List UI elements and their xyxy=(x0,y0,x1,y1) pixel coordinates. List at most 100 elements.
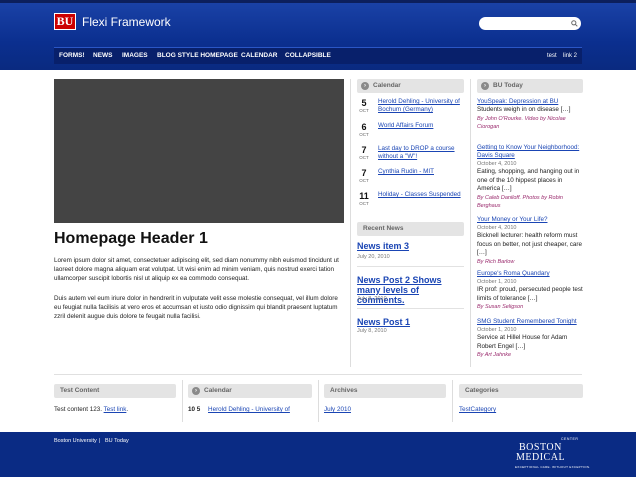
event-link[interactable]: Holiday - Classes Suspended xyxy=(378,191,464,199)
bu-today-author: By Art Jahnke xyxy=(477,352,512,358)
bu-today-author: By Caleb Daniloff. Photos by Robin Bergh… xyxy=(477,194,563,209)
news-item-date: July 8, 2010 xyxy=(357,296,387,302)
nav-item-collapsible[interactable]: COLLAPSIBLE xyxy=(285,48,331,64)
homepage-feature-image xyxy=(54,79,344,223)
test-link[interactable]: Test link xyxy=(104,406,127,413)
bu-today-header: › BU Today xyxy=(477,79,583,93)
event-link[interactable]: Cynthia Rudin - MIT xyxy=(378,168,464,176)
page-title: Homepage Header 1 xyxy=(54,230,208,247)
test-content-title: Test Content xyxy=(60,387,100,394)
categories-header: Categories xyxy=(459,384,583,398)
arrow-bullet-icon: › xyxy=(481,82,489,90)
nav-item-news[interactable]: NEWS xyxy=(93,48,113,64)
news-item-link[interactable]: News Post 1 xyxy=(357,317,465,327)
bu-today-link[interactable]: Europe's Roma Quandary xyxy=(477,270,583,278)
bu-today-author: By John O'Rourke. Video by Nicolae Cioro… xyxy=(477,115,566,130)
test-content-period: . xyxy=(126,406,129,413)
bu-today-summary: Service at Hillel House for Adam Robert … xyxy=(477,334,568,350)
bu-today-date: October 1, 2010 xyxy=(477,327,517,333)
bu-today-summary: Students weigh in on disease […] xyxy=(477,106,571,113)
bu-today-link[interactable]: Your Money or Your Life? xyxy=(477,216,583,224)
event-month: OCT xyxy=(359,155,369,160)
boston-medical-center-logo[interactable]: CENTER BOSTON MEDICAL EXCEPTIONAL CARE. … xyxy=(511,436,590,472)
nav-item-images[interactable]: IMAGES xyxy=(122,48,148,64)
bottom-divider xyxy=(54,374,582,375)
event-month: OCT xyxy=(359,178,369,183)
event-date: 6 OCT xyxy=(357,122,371,138)
bottom-calendar-link[interactable]: Herold Dehling - University of xyxy=(208,406,290,413)
bu-today-item: Getting to Know Your Neighborhood: Davis… xyxy=(477,144,583,210)
archive-link[interactable]: July 2010 xyxy=(324,406,351,414)
footer-link-boston-university[interactable]: Boston University xyxy=(54,438,97,444)
bu-today-date: October 4, 2010 xyxy=(477,161,517,167)
calendar-widget-header: › Calendar xyxy=(357,79,464,93)
event-date: 7 OCT xyxy=(357,168,371,184)
footer-separator: | xyxy=(99,438,101,444)
bu-today-date: October 1, 2010 xyxy=(477,279,517,285)
recent-news-header: Recent News xyxy=(357,222,464,236)
search-input[interactable] xyxy=(479,17,581,30)
archives-header: Archives xyxy=(324,384,446,398)
main-nav: FORMS! NEWS IMAGES BLOG STYLE HOMEPAGE C… xyxy=(54,47,582,64)
header-top-strip xyxy=(0,0,636,3)
event-date: 11 OCT xyxy=(357,191,371,207)
bu-today-date: October 4, 2010 xyxy=(477,225,517,231)
event-link[interactable]: World Affairs Forum xyxy=(378,122,464,130)
event-day: 7 xyxy=(361,145,367,155)
column-divider xyxy=(350,79,351,367)
logo-center-text: CENTER xyxy=(561,437,579,441)
event-month: OCT xyxy=(359,108,369,113)
categories-title: Categories xyxy=(465,387,499,394)
event-day: 11 xyxy=(359,191,369,201)
test-content-text: Test content 123. xyxy=(54,406,102,413)
bottom-calendar-event: 10 5 Herold Dehling - University of xyxy=(188,406,290,414)
nav-item-forms[interactable]: FORMS! xyxy=(59,48,85,64)
archives-title: Archives xyxy=(330,387,358,394)
event-date: 5 OCT xyxy=(357,98,371,114)
footer-link-bu-today[interactable]: BU Today xyxy=(105,438,129,444)
bu-today-author: By Susan Seligson xyxy=(477,304,524,310)
event-link[interactable]: Last day to DROP a course without a "W"! xyxy=(378,145,464,161)
nav-link-test[interactable]: test xyxy=(547,48,557,64)
logo-tagline: EXCEPTIONAL CARE. WITHOUT EXCEPTION. xyxy=(515,465,591,469)
site-title[interactable]: Flexi Framework xyxy=(82,14,171,30)
event-month: OCT xyxy=(359,201,369,206)
bu-today-summary: Bicknell lecturer: health reform must fo… xyxy=(477,232,583,256)
news-separator xyxy=(357,308,464,309)
bu-today-author: By Rich Barlow xyxy=(477,258,515,265)
arrow-bullet-icon: › xyxy=(192,387,200,395)
bu-today-item: Europe's Roma Quandary October 1, 2010 I… xyxy=(477,270,583,311)
column-divider xyxy=(182,380,183,422)
bu-today-link[interactable]: SMG Student Remembered Tonight xyxy=(477,318,583,326)
event-day: 5 xyxy=(361,98,367,108)
bu-today-link[interactable]: YouSpeak: Depression at BU xyxy=(477,98,583,106)
column-divider xyxy=(470,79,471,367)
bu-today-link[interactable]: Getting to Know Your Neighborhood: Davis… xyxy=(477,144,583,160)
column-divider xyxy=(318,380,319,422)
category-link[interactable]: TestCategory xyxy=(459,406,496,414)
event-month: OCT xyxy=(359,132,369,137)
body-paragraph-1: Lorem ipsum dolor sit amet, consectetuer… xyxy=(54,257,339,283)
news-separator xyxy=(357,266,464,267)
event-day: 6 xyxy=(361,122,367,132)
bu-today-item: YouSpeak: Depression at BU Students weig… xyxy=(477,98,583,131)
event-link[interactable]: Herold Dehling - University of Bochum (G… xyxy=(378,98,464,114)
bu-logo[interactable]: BU xyxy=(54,13,76,30)
event-day: 7 xyxy=(361,168,367,178)
bottom-calendar-date: 10 5 xyxy=(188,406,201,413)
nav-link-2[interactable]: link 2 xyxy=(563,48,577,64)
body-paragraph-2: Duis autem vel eum iriure dolor in hendr… xyxy=(54,295,338,321)
recent-news-title: Recent News xyxy=(363,225,404,232)
news-item-link[interactable]: News item 3 xyxy=(357,241,465,251)
nav-item-calendar[interactable]: CALENDAR xyxy=(241,48,277,64)
bu-today-title: BU Today xyxy=(493,82,523,89)
bu-today-item: SMG Student Remembered Tonight October 1… xyxy=(477,318,583,359)
column-divider xyxy=(452,380,453,422)
search-icon[interactable] xyxy=(569,17,579,30)
bu-today-summary: IR prof: proud, persecuted people test l… xyxy=(477,286,583,302)
bottom-calendar-title: Calendar xyxy=(204,387,232,394)
event-date: 7 OCT xyxy=(357,145,371,161)
nav-item-blog-style-homepage[interactable]: BLOG STYLE HOMEPAGE xyxy=(157,48,238,64)
bottom-calendar-header: › Calendar xyxy=(188,384,312,398)
test-content-header: Test Content xyxy=(54,384,176,398)
